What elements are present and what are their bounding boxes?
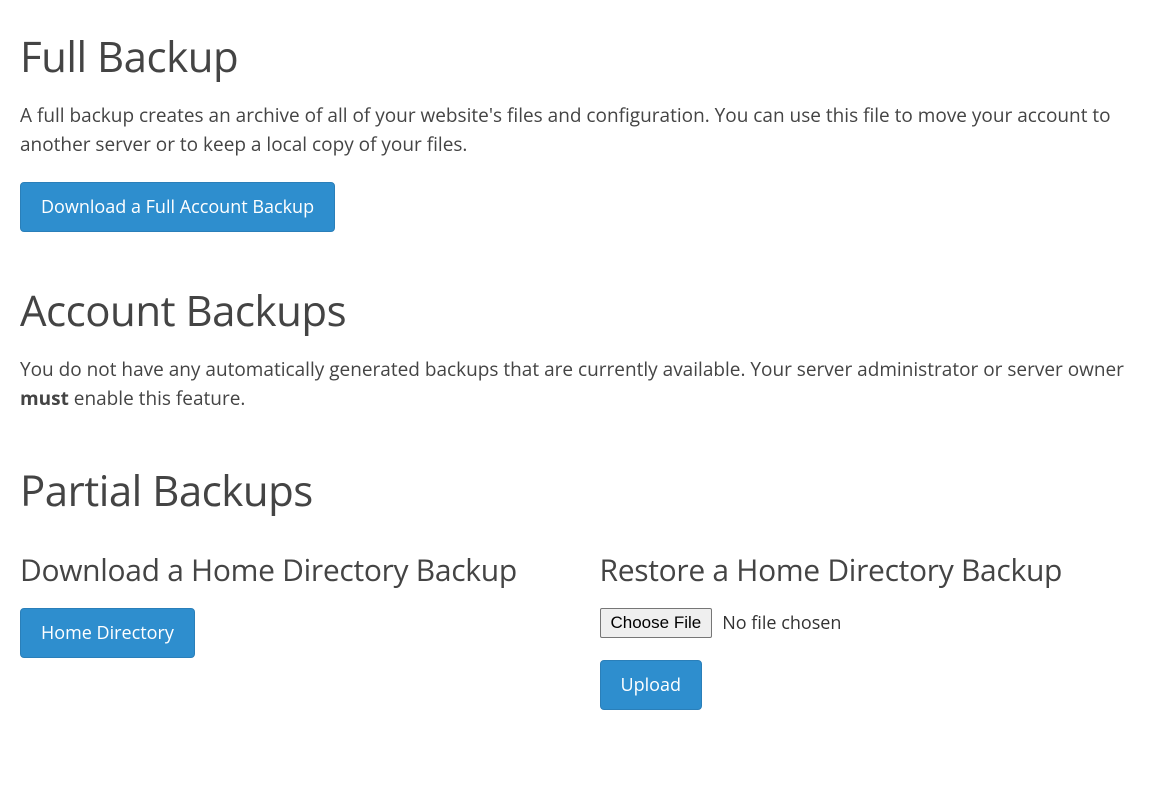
- account-backups-description: You do not have any automatically genera…: [20, 355, 1139, 412]
- full-backup-section: Full Backup A full backup creates an arc…: [20, 28, 1139, 232]
- restore-home-directory-column: Restore a Home Directory Backup Choose F…: [600, 535, 1140, 710]
- choose-file-button[interactable]: Choose File: [600, 608, 713, 638]
- upload-button[interactable]: Upload: [600, 660, 703, 710]
- partial-backups-section: Partial Backups Download a Home Director…: [20, 462, 1139, 710]
- account-backups-section: Account Backups You do not have any auto…: [20, 282, 1139, 412]
- home-directory-button[interactable]: Home Directory: [20, 608, 195, 658]
- full-backup-description: A full backup creates an archive of all …: [20, 101, 1139, 158]
- partial-backups-title: Partial Backups: [20, 462, 1139, 519]
- account-backups-desc-strong: must: [20, 385, 69, 411]
- file-chosen-status: No file chosen: [722, 611, 841, 635]
- full-backup-title: Full Backup: [20, 28, 1139, 85]
- file-input-row: Choose File No file chosen: [600, 608, 1140, 638]
- download-home-directory-column: Download a Home Directory Backup Home Di…: [20, 535, 560, 710]
- account-backups-title: Account Backups: [20, 282, 1139, 339]
- account-backups-desc-post: enable this feature.: [69, 385, 246, 411]
- account-backups-desc-pre: You do not have any automatically genera…: [20, 356, 1124, 382]
- restore-home-directory-title: Restore a Home Directory Backup: [600, 549, 1140, 590]
- download-home-directory-title: Download a Home Directory Backup: [20, 549, 560, 590]
- download-full-backup-button[interactable]: Download a Full Account Backup: [20, 182, 335, 232]
